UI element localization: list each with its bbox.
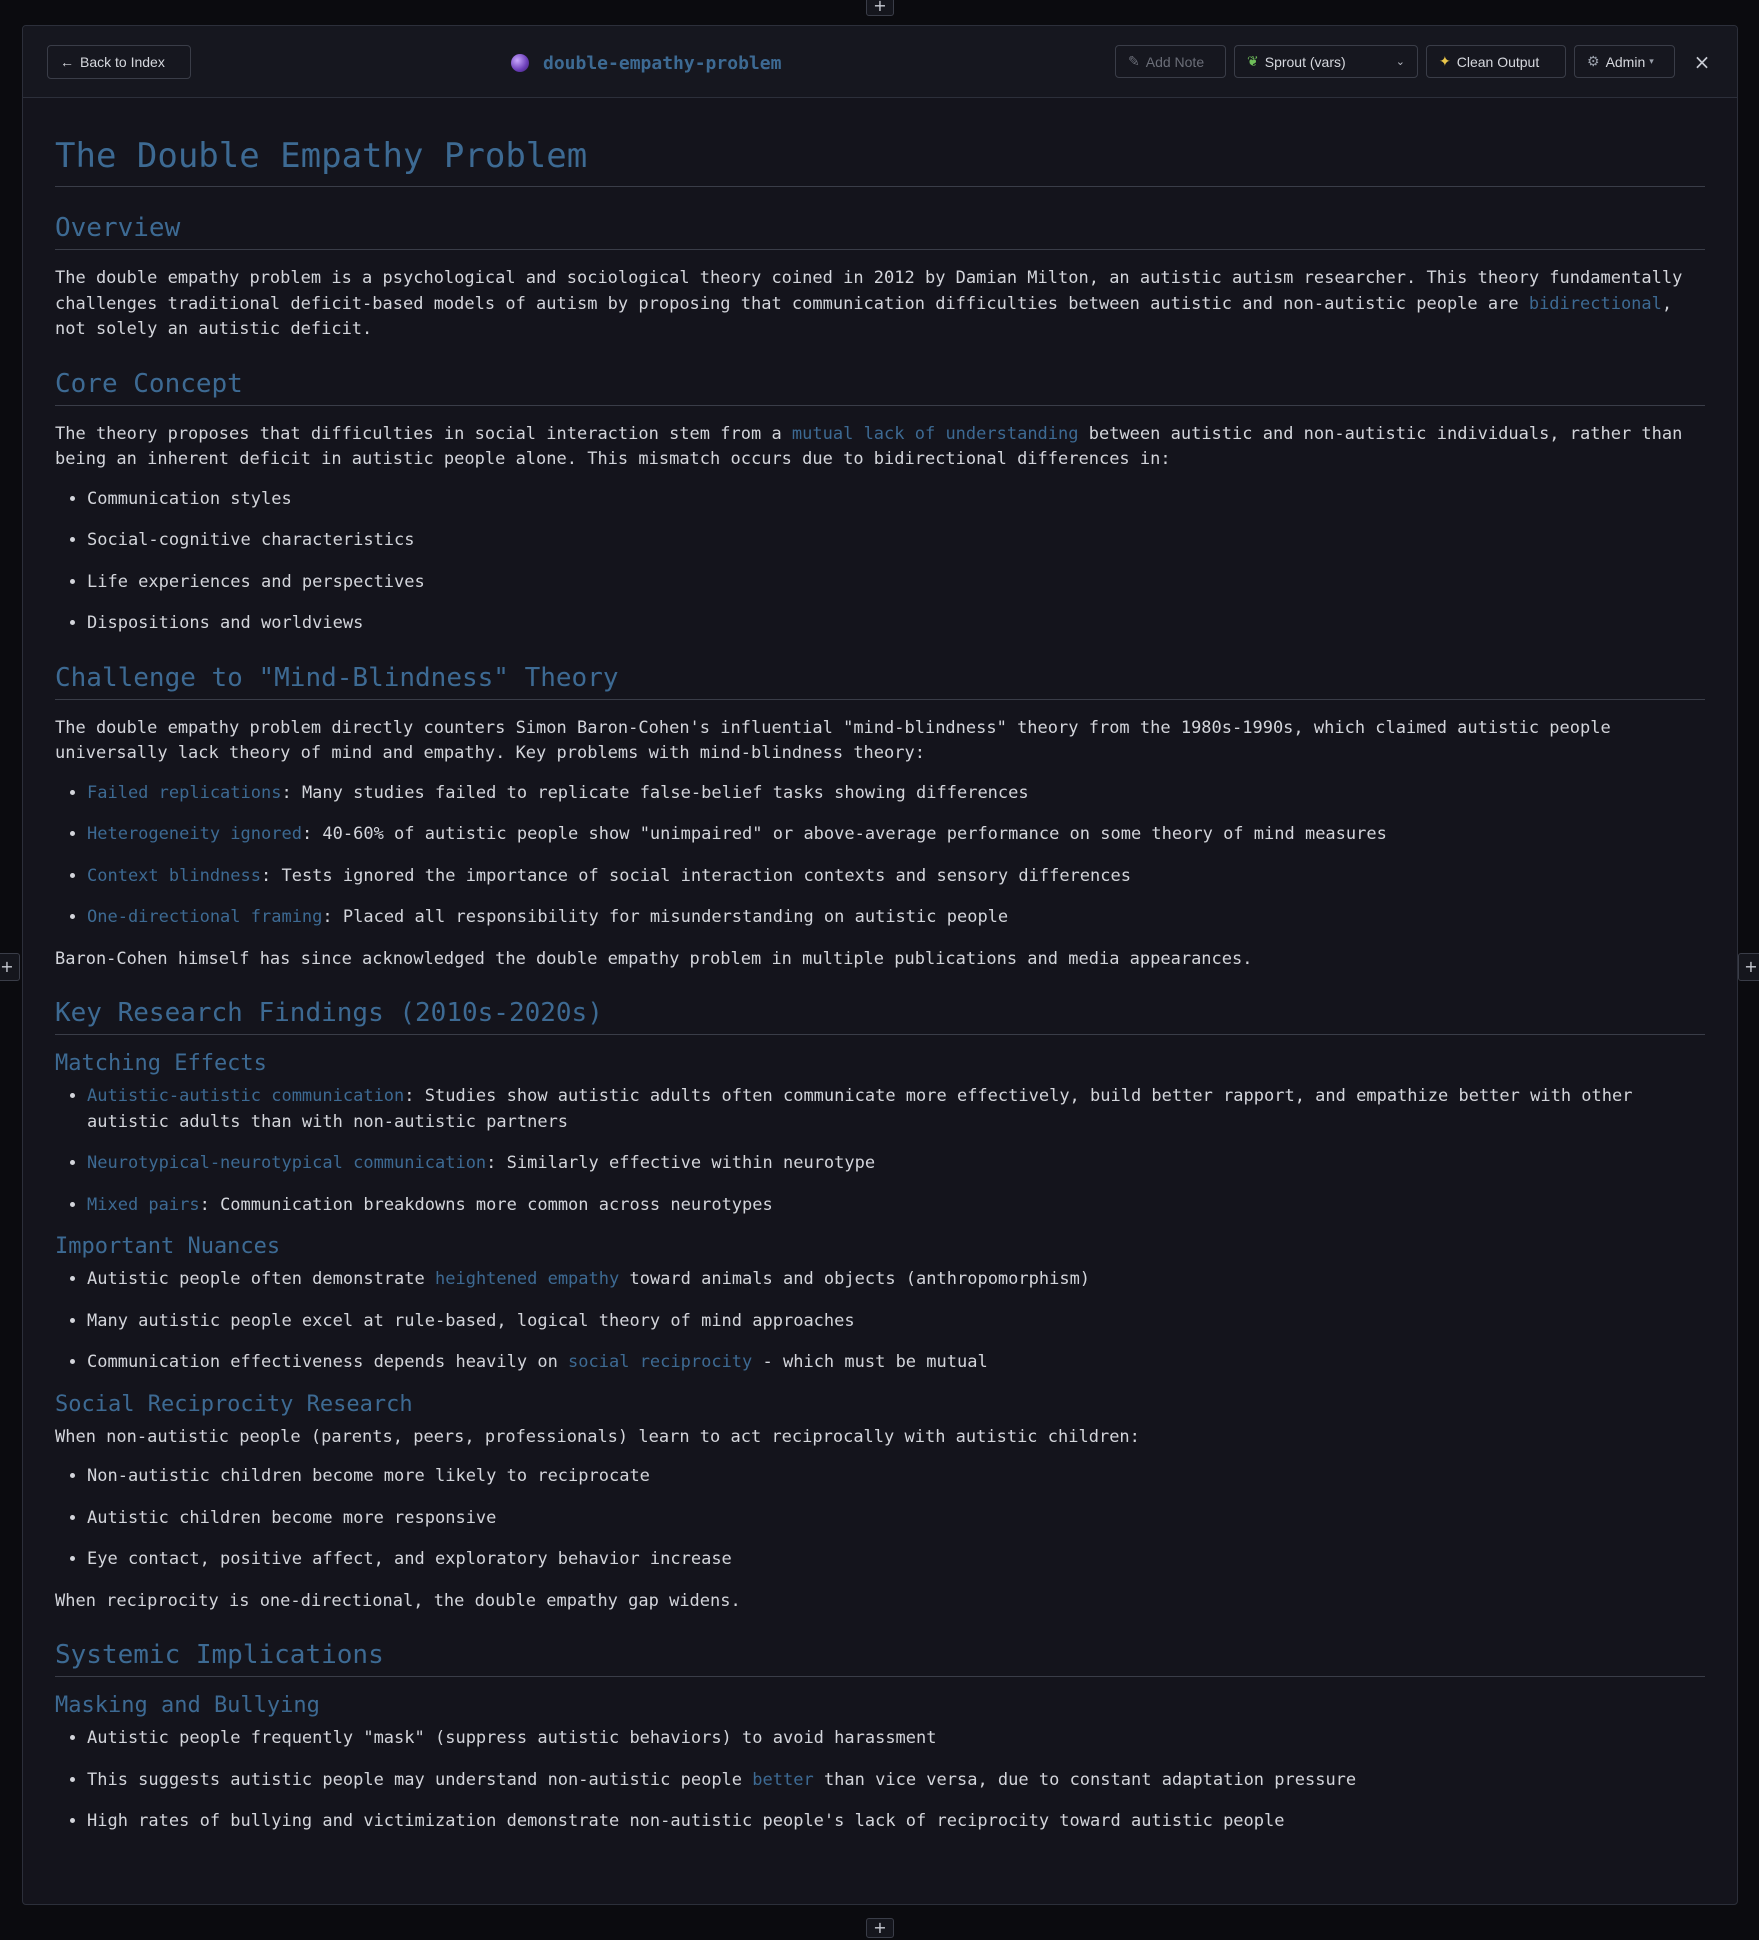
- list-item: Autistic-autistic communication: Studies…: [87, 1084, 1705, 1135]
- expand-left-button[interactable]: +: [0, 953, 20, 981]
- chevron-down-icon: ⌄: [1395, 56, 1405, 68]
- text-run: Autistic people often demonstrate: [87, 1269, 435, 1289]
- list-item: Failed replications: Many studies failed…: [87, 781, 1705, 807]
- nuances-list: Autistic people often demonstrate height…: [55, 1267, 1705, 1376]
- list-item: Eye contact, positive affect, and explor…: [87, 1547, 1705, 1573]
- section-heading-core-concept: Core Concept: [55, 369, 1705, 406]
- list-text: : 40-60% of autistic people show "unimpa…: [301, 824, 1387, 844]
- section-heading-overview: Overview: [55, 213, 1705, 250]
- highlight-mutual: mutual lack of understanding: [791, 423, 1079, 444]
- list-item: Social-cognitive characteristics: [87, 528, 1705, 554]
- list-term: Context blindness: [87, 865, 261, 886]
- list-item: Neurotypical-neurotypical communication:…: [87, 1151, 1705, 1177]
- highlight-better: better: [752, 1769, 814, 1790]
- list-item: Dispositions and worldviews: [87, 611, 1705, 637]
- list-item: Context blindness: Tests ignored the imp…: [87, 864, 1705, 890]
- list-term: Autistic-autistic communication: [87, 1086, 405, 1106]
- list-term: Neurotypical-neurotypical communication: [87, 1153, 487, 1173]
- reciprocity-paragraph-2: When reciprocity is one-directional, the…: [55, 1590, 741, 1611]
- list-item: Communication effectiveness depends heav…: [87, 1350, 1705, 1376]
- expand-right-button[interactable]: +: [1738, 953, 1759, 981]
- document-content: The Double Empathy Problem Overview The …: [23, 98, 1737, 1835]
- crystal-ball-icon: [511, 54, 529, 72]
- close-icon[interactable]: ×: [1690, 50, 1714, 74]
- reciprocity-paragraph: When non-autistic people (parents, peers…: [55, 1426, 1140, 1447]
- text-run: than vice versa, due to constant adaptat…: [813, 1769, 1357, 1790]
- list-item: Non-autistic children become more likely…: [87, 1464, 1705, 1490]
- list-item: Communication styles: [87, 487, 1705, 513]
- list-item: Heterogeneity ignored: 40-60% of autisti…: [87, 822, 1705, 848]
- list-item: Autistic children become more responsive: [87, 1506, 1705, 1532]
- arrow-left-icon: ←: [60, 54, 74, 70]
- modal-header: ← Back to Index double-empathy-problem ✎…: [23, 26, 1737, 98]
- list-text: : Many studies failed to replicate false…: [281, 782, 1029, 803]
- subsection-heading-reciprocity: Social Reciprocity Research: [55, 1391, 413, 1417]
- add-note-button[interactable]: ✎ Add Note: [1115, 45, 1226, 78]
- list-item: Many autistic people excel at rule-based…: [87, 1309, 1705, 1335]
- admin-label: Admin: [1605, 53, 1646, 70]
- section-heading-challenge: Challenge to "Mind-Blindness" Theory: [55, 663, 1705, 700]
- reciprocity-list: Non-autistic children become more likely…: [55, 1464, 1705, 1573]
- back-to-index-button[interactable]: ← Back to Index: [47, 45, 191, 79]
- list-text: : Tests ignored the importance of social…: [261, 865, 1131, 886]
- core-paragraph: The theory proposes that difficulties in…: [55, 422, 1705, 473]
- back-label: Back to Index: [80, 54, 165, 70]
- text-run: - which must be mutual: [752, 1352, 988, 1372]
- list-term: Heterogeneity ignored: [87, 824, 302, 844]
- list-item: Autistic people often demonstrate height…: [87, 1267, 1705, 1293]
- expand-bottom-button[interactable]: +: [866, 1918, 894, 1938]
- gear-icon: ⚙: [1587, 53, 1600, 69]
- list-item: One-directional framing: Placed all resp…: [87, 905, 1705, 931]
- caret-down-icon: ▾: [1649, 56, 1654, 66]
- section-heading-research: Key Research Findings (2010s-2020s): [55, 998, 1705, 1035]
- highlight-reciprocity: social reciprocity: [568, 1352, 753, 1372]
- sprout-select-value-wrap: ❦ Sprout (vars): [1247, 53, 1346, 70]
- challenge-list: Failed replications: Many studies failed…: [55, 781, 1705, 931]
- core-list: Communication styles Social-cognitive ch…: [55, 487, 1705, 637]
- matching-list: Autistic-autistic communication: Studies…: [55, 1084, 1705, 1218]
- challenge-paragraph-2: Baron-Cohen himself has since acknowledg…: [55, 948, 1253, 969]
- list-term: Failed replications: [87, 782, 282, 803]
- document-title-area: double-empathy-problem: [511, 48, 781, 78]
- clean-output-button[interactable]: ✦ Clean Output: [1426, 45, 1566, 78]
- list-item: This suggests autistic people may unders…: [87, 1768, 1705, 1794]
- add-note-label: Add Note: [1145, 53, 1205, 70]
- list-text: : Communication breakdowns more common a…: [199, 1194, 773, 1215]
- document-modal: ← Back to Index double-empathy-problem ✎…: [22, 25, 1738, 1905]
- highlight-bidirectional: bidirectional: [1528, 293, 1662, 314]
- challenge-paragraph: The double empathy problem directly coun…: [55, 717, 1611, 764]
- text-run: Communication effectiveness depends heav…: [87, 1352, 569, 1372]
- highlight-empathy: heightened empathy: [435, 1269, 620, 1289]
- list-item: Autistic people frequently "mask" (suppr…: [87, 1726, 1705, 1752]
- list-item: Mixed pairs: Communication breakdowns mo…: [87, 1193, 1705, 1219]
- seedling-icon: ❦: [1247, 53, 1259, 69]
- list-text: : Similarly effective within neurotype: [486, 1153, 876, 1173]
- text-run: toward animals and objects (anthropomorp…: [619, 1269, 1091, 1289]
- list-item: Life experiences and perspectives: [87, 570, 1705, 596]
- overview-paragraph: The double empathy problem is a psycholo…: [55, 266, 1705, 343]
- subsection-heading-masking: Masking and Bullying: [55, 1693, 320, 1718]
- expand-top-button[interactable]: +: [866, 0, 894, 16]
- clean-output-label: Clean Output: [1456, 53, 1540, 70]
- sparkles-icon: ✦: [1439, 53, 1451, 69]
- masking-list: Autistic people frequently "mask" (suppr…: [55, 1726, 1705, 1835]
- admin-menu-button[interactable]: ⚙ Admin ▾: [1574, 45, 1675, 78]
- subsection-heading-nuances: Important Nuances: [55, 1234, 281, 1259]
- text-run: This suggests autistic people may unders…: [87, 1769, 753, 1790]
- sprout-select-value: Sprout (vars): [1264, 53, 1346, 70]
- document-title: double-empathy-problem: [543, 52, 782, 74]
- subsection-heading-matching: Matching Effects: [55, 1051, 267, 1076]
- text-run: The theory proposes that difficulties in…: [55, 423, 792, 444]
- list-term: Mixed pairs: [87, 1194, 200, 1215]
- list-text: : Placed all responsibility for misunder…: [322, 907, 1009, 927]
- page-title: The Double Empathy Problem: [55, 124, 1705, 187]
- section-heading-systemic: Systemic Implications: [55, 1640, 1705, 1677]
- sprout-select[interactable]: ❦ Sprout (vars) ⌄: [1234, 45, 1418, 78]
- list-item: High rates of bullying and victimization…: [87, 1809, 1705, 1835]
- text-run: The double empathy problem is a psycholo…: [55, 268, 1683, 314]
- list-term: One-directional framing: [87, 907, 323, 927]
- memo-icon: ✎: [1128, 53, 1140, 69]
